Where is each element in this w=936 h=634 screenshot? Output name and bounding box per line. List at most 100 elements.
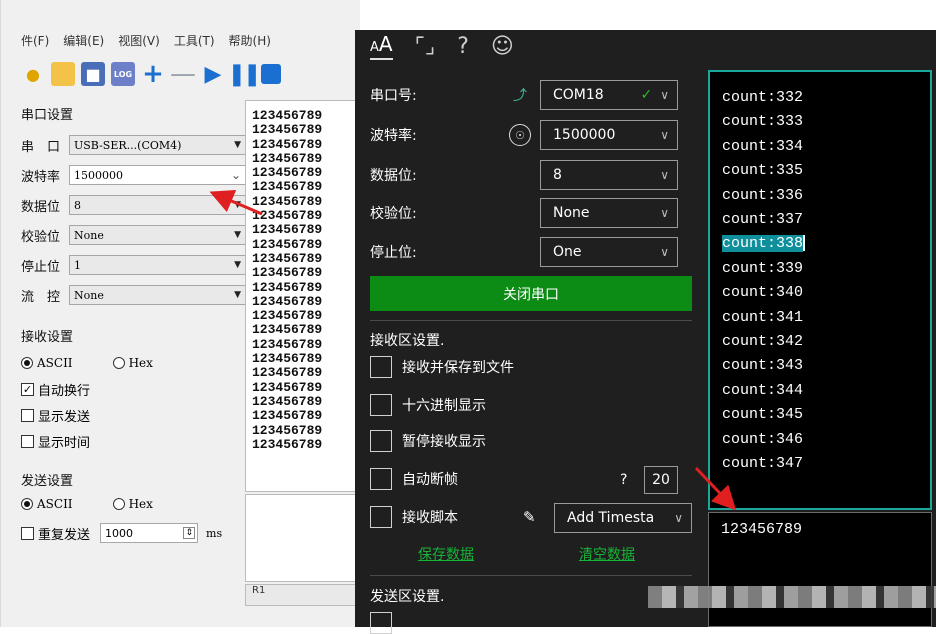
right-stop-bits-row: 停止位: One ∨ (370, 237, 695, 267)
save-icon[interactable]: ■ (81, 62, 105, 86)
font-size-icon[interactable]: AA (370, 32, 393, 60)
script-select[interactable]: Add Timesta ∨ (554, 503, 692, 533)
rx-line: 123456789 (252, 265, 323, 281)
menu-file[interactable]: 件(F) (21, 30, 49, 52)
send-file-checkbox[interactable] (370, 612, 402, 634)
auto-frame-checkbox[interactable]: 自动断帧 (370, 468, 458, 490)
pause-icon[interactable]: ❚❚ (228, 62, 262, 87)
parity-row: 校验位 None ▼ (21, 224, 246, 246)
chevron-down-icon: ∨ (660, 128, 669, 142)
divider (370, 320, 692, 321)
hex-display-checkbox[interactable]: 十六进制显示 (370, 394, 486, 416)
right-send-area[interactable]: 123456789 (708, 512, 932, 627)
flow-select[interactable]: None ▼ (69, 285, 246, 305)
show-send-checkbox[interactable]: 显示发送 (21, 406, 90, 425)
pause-display-checkbox[interactable]: 暂停接收显示 (370, 430, 486, 452)
rx-line: 123456789 (252, 250, 323, 266)
send-settings-title: 发送设置 (21, 474, 74, 489)
repeat-send-label: 重复发送 (38, 527, 91, 543)
menu-edit[interactable]: 编辑(E) (63, 30, 104, 52)
dropdown-arrow-icon: ▼ (234, 140, 241, 150)
rx-line: 123456789 (252, 436, 323, 452)
chevron-down-icon: ⌄ (230, 168, 241, 182)
crop-icon[interactable]: ⌜⌟ (415, 34, 436, 59)
save-data-link[interactable]: 保存数据 (418, 544, 474, 564)
data-bits-label: 数据位 (21, 199, 61, 215)
right-port-label: 串口号: (370, 88, 417, 104)
right-baud-row: 波特率: ☉ 1500000 ∨ (370, 120, 695, 150)
recv-save-file-checkbox[interactable]: 接收并保存到文件 (370, 356, 514, 378)
speed-icon[interactable]: ☉ (500, 124, 540, 146)
data-bits-row: 数据位 8 ▼ (21, 194, 246, 216)
play-icon[interactable]: ▶ (201, 62, 225, 87)
right-stop-bits-select[interactable]: One ∨ (540, 237, 678, 267)
clear-data-link[interactable]: 清空数据 (579, 544, 635, 564)
rx-line: 123456789 (252, 379, 323, 395)
plus-icon[interactable]: + (141, 59, 165, 89)
left-send-area[interactable] (245, 494, 360, 582)
auto-frame-help-icon[interactable]: ? (620, 472, 627, 488)
chevron-down-icon: ∨ (674, 511, 683, 525)
receive-settings-title: 接收设置 (21, 330, 74, 345)
receive-area-title: 接收区设置. (370, 333, 445, 349)
menu-help[interactable]: 帮助(H) (229, 30, 271, 52)
folder-icon[interactable] (51, 62, 75, 86)
close-port-button[interactable]: 关闭串口 (370, 276, 692, 311)
ms-unit: ms (206, 526, 223, 540)
log-icon[interactable]: LOG (111, 62, 135, 86)
menu-view[interactable]: 视图(V) (118, 30, 160, 52)
rx-line: count:346 (722, 430, 804, 448)
redacted-bar (648, 586, 936, 608)
right-port-row: 串口号: ⤴ COM18 ✓ ∨ (370, 80, 695, 110)
tx-ascii-radio[interactable]: ASCII (21, 497, 73, 511)
repeat-send-checkbox[interactable] (21, 526, 34, 540)
repeat-interval-input[interactable]: 1000 ⇕ (100, 523, 199, 543)
plug-icon[interactable]: ⤴ (500, 85, 540, 105)
rx-ascii-radio[interactable]: ASCII (21, 356, 73, 370)
stop-bits-row: 停止位 1 ▼ (21, 254, 246, 276)
right-parity-select[interactable]: None ∨ (540, 198, 678, 228)
light-icon[interactable]: ● (21, 62, 45, 86)
parity-label: 校验位 (21, 229, 61, 245)
right-port-select[interactable]: COM18 ✓ ∨ (540, 80, 678, 110)
serial-port-select[interactable]: USB-SER...(COM4) ▼ (69, 135, 246, 155)
stop-icon[interactable] (261, 64, 281, 84)
rx-line: 123456789 (252, 222, 323, 238)
stop-bits-select[interactable]: 1 ▼ (69, 255, 246, 275)
show-time-checkbox[interactable]: 显示时间 (21, 432, 90, 451)
rx-line: count:344 (722, 381, 804, 399)
chevron-down-icon: ∨ (660, 168, 669, 182)
baud-select[interactable]: 1500000 ⌄ (69, 165, 246, 185)
rx-line: 123456789 (252, 108, 323, 123)
right-baud-select[interactable]: 1500000 ∨ (540, 120, 678, 150)
rx-line: 123456789 (252, 365, 323, 381)
data-bits-select[interactable]: 8 ▼ (69, 195, 246, 215)
dropdown-arrow-icon: ▼ (234, 260, 241, 270)
tx-mode-row: ASCII Hex (21, 497, 153, 511)
dropdown-arrow-icon: ▼ (234, 290, 241, 300)
rx-hex-radio[interactable]: Hex (112, 356, 153, 370)
spinner-icon[interactable]: ⇕ (183, 527, 196, 539)
script-edit-icon[interactable]: ✎ (523, 508, 536, 526)
smiley-icon[interactable]: ☺ (491, 34, 514, 59)
right-serial-app: AA ⌜⌟ ? ☺ 串口号: ⤴ COM18 ✓ ∨ 波特率: ☉ 1500000 ∨… (355, 30, 936, 634)
minus-icon[interactable]: — (170, 59, 196, 89)
menu-tools[interactable]: 工具(T) (174, 30, 215, 52)
right-data-bits-select[interactable]: 8 ∨ (540, 160, 678, 190)
rx-line: count:345 (722, 406, 804, 424)
flow-label: 流 控 (21, 289, 61, 305)
tx-hex-radio[interactable]: Hex (112, 497, 153, 511)
help-icon[interactable]: ? (457, 34, 469, 59)
left-receive-area[interactable]: 123456789 123456789 123456789 123456789 1234… (245, 100, 360, 492)
menu-bar: 件(F) 编辑(E) 视图(V) 工具(T) 帮助(H) (1, 30, 360, 52)
auto-frame-input[interactable]: 20 (644, 466, 678, 494)
right-receive-area[interactable]: count:332 count:333 count:334 count:335 coun… (708, 70, 932, 510)
parity-select[interactable]: None ▼ (69, 225, 246, 245)
chevron-down-icon: ∨ (660, 88, 669, 102)
recv-script-checkbox[interactable]: 接收脚本 (370, 506, 458, 528)
toolbar: ● ■ LOG + — ▶ ❚❚ (21, 56, 360, 92)
rx-line: 123456789 (252, 193, 323, 209)
chevron-down-icon: ∨ (660, 245, 669, 259)
right-data-bits-row: 数据位: 8 ∨ (370, 160, 695, 190)
auto-newline-checkbox[interactable]: ✓ 自动换行 (21, 380, 90, 399)
